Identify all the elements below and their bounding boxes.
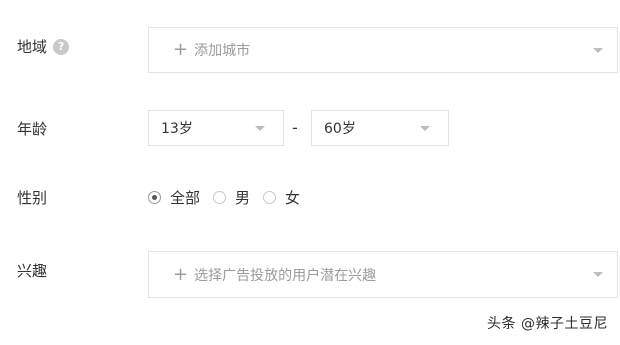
region-label: 地域 [17, 38, 48, 56]
help-circle-icon[interactable]: ? [53, 39, 70, 55]
age-max-value: 60岁 [324, 121, 356, 137]
age-max-select[interactable]: 60岁 [311, 110, 449, 146]
gender-option-label: 女 [285, 189, 301, 207]
gender-option-male[interactable]: 男 [213, 187, 250, 208]
chevron-down-icon [593, 272, 603, 277]
region-label-group: 地域 ? [17, 37, 70, 57]
gender-radio-group: 全部 男 女 [148, 187, 313, 208]
interest-label: 兴趣 [17, 262, 48, 280]
age-range-separator: - [292, 118, 298, 137]
chevron-down-icon [255, 125, 265, 131]
radio-unchecked-icon[interactable] [263, 191, 277, 204]
age-min-select[interactable]: 13岁 [148, 110, 284, 146]
plus-icon: + [173, 39, 189, 60]
gender-label: 性别 [17, 189, 48, 207]
region-placeholder: 添加城市 [194, 43, 251, 59]
interest-placeholder: 选择广告投放的用户潜在兴趣 [194, 267, 377, 284]
age-label: 年龄 [17, 120, 48, 138]
gender-option-all[interactable]: 全部 [148, 187, 200, 208]
region-city-select[interactable]: + 添加城市 [148, 27, 618, 73]
radio-checked-icon[interactable] [148, 191, 161, 204]
gender-option-label: 男 [235, 189, 251, 207]
chevron-down-icon [420, 125, 430, 131]
gender-option-female[interactable]: 女 [263, 187, 300, 208]
interest-select[interactable]: + 选择广告投放的用户潜在兴趣 [148, 251, 618, 298]
plus-icon: + [173, 263, 189, 285]
watermark: 头条 @辣子土豆尼 [487, 316, 608, 332]
chevron-down-icon [593, 47, 603, 53]
gender-option-label: 全部 [170, 189, 201, 207]
radio-unchecked-icon[interactable] [213, 191, 227, 204]
age-min-value: 13岁 [161, 121, 193, 137]
